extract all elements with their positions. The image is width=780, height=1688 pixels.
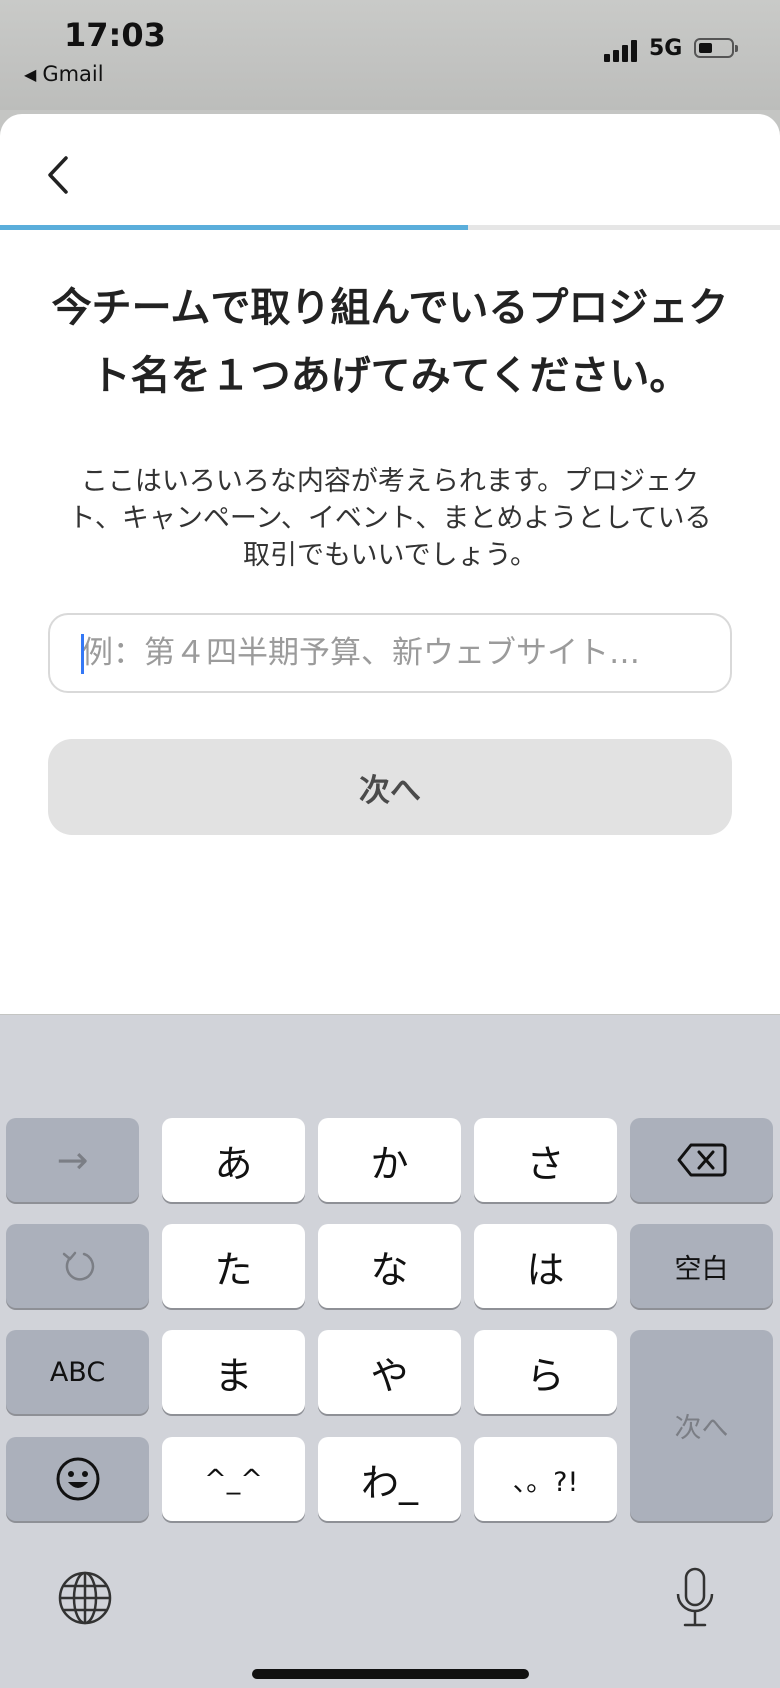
key-na[interactable]: な	[318, 1224, 461, 1308]
key-kaomoji[interactable]: ^_^	[162, 1437, 305, 1521]
delete-icon	[677, 1143, 726, 1177]
text-caret	[81, 634, 84, 674]
key-ma[interactable]: ま	[162, 1330, 305, 1414]
key-wa[interactable]: わ_	[318, 1437, 461, 1521]
key-a[interactable]: あ	[162, 1118, 305, 1202]
smiley-icon	[56, 1457, 99, 1501]
globe-icon	[58, 1571, 112, 1625]
keyboard-next-key[interactable]: 次へ	[630, 1330, 773, 1521]
next-button[interactable]: 次へ	[48, 739, 732, 835]
backspace-key[interactable]	[630, 1118, 773, 1202]
status-time: 17:03	[64, 16, 166, 54]
project-name-input[interactable]	[50, 615, 682, 691]
key-arrow-right[interactable]: →	[6, 1118, 139, 1202]
key-ka[interactable]: か	[318, 1118, 461, 1202]
cellular-signal-icon	[604, 40, 638, 62]
chevron-left-icon	[48, 156, 68, 194]
status-bar: 17:03 ◀ Gmail 5G	[0, 0, 780, 110]
space-key[interactable]: 空白	[630, 1224, 773, 1308]
key-ra[interactable]: ら	[474, 1330, 617, 1414]
key-ta[interactable]: た	[162, 1224, 305, 1308]
network-type: 5G	[649, 36, 683, 61]
undo-key[interactable]	[6, 1224, 149, 1308]
progress-bar	[0, 225, 780, 230]
page-description: ここはいろいろな内容が考えられます。プロジェクト、キャンペーン、イベント、まとめ…	[68, 466, 712, 571]
key-sa[interactable]: さ	[474, 1118, 617, 1202]
page-title: 今チームで取り組んでいるプロジェクト名を１つあげてみてください。	[51, 285, 729, 399]
undo-icon	[62, 1251, 94, 1281]
back-button[interactable]	[40, 150, 80, 200]
onboarding-sheet: 今チームで取り組んでいるプロジェクト名を１つあげてみてください。 ここはいろいろ…	[0, 114, 780, 1014]
japanese-keyboard: → あ か さ た な は 空白 ABC ま や ら 次へ ^_^ わ_ 、。?…	[0, 1015, 780, 1688]
home-indicator	[252, 1669, 529, 1679]
back-app-label: Gmail	[42, 62, 104, 86]
globe-key[interactable]	[50, 1563, 120, 1633]
microphone-icon	[676, 1567, 714, 1627]
key-punctuation[interactable]: 、。?!	[474, 1437, 617, 1521]
key-ha[interactable]: は	[474, 1224, 617, 1308]
microphone-key[interactable]	[660, 1560, 730, 1636]
emoji-key[interactable]	[6, 1437, 149, 1521]
progress-fill	[0, 225, 468, 230]
key-ya[interactable]: や	[318, 1330, 461, 1414]
abc-key[interactable]: ABC	[6, 1330, 149, 1414]
project-name-field[interactable]	[48, 613, 732, 693]
back-to-app-link[interactable]: ◀ Gmail	[24, 62, 104, 86]
back-triangle-icon: ◀	[24, 64, 37, 84]
battery-icon	[694, 38, 738, 58]
